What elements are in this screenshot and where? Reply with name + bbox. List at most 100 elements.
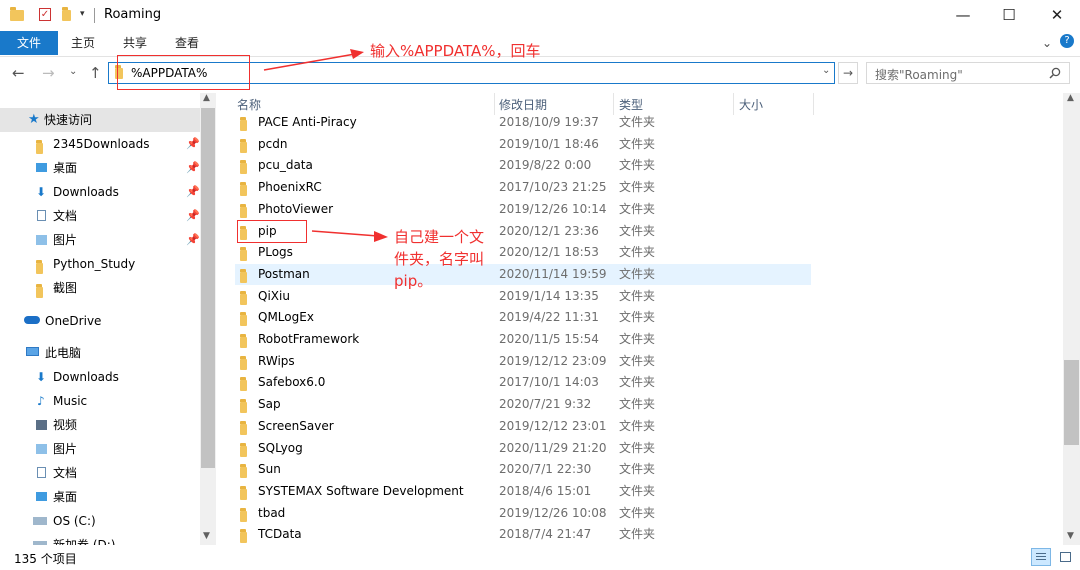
table-row[interactable]: ScreenSaver 2019/12/12 23:01 文件夹: [235, 416, 811, 437]
pip-note-line: pip。: [394, 272, 433, 290]
nav-item-label: 图片: [53, 442, 78, 456]
nav-item-pictures[interactable]: 图片 📌: [0, 228, 200, 252]
table-row[interactable]: PhoenixRC 2017/10/23 21:25 文件夹: [235, 177, 811, 198]
table-row[interactable]: Safebox6.0 2017/10/1 14:03 文件夹: [235, 372, 811, 393]
nav-item-label: 2345Downloads: [53, 137, 150, 151]
nav-quick-access-label: 快速访问: [44, 113, 93, 127]
file-date: 2019/12/12 23:09: [499, 353, 607, 368]
table-row[interactable]: Postman 2020/11/14 19:59 文件夹: [235, 263, 811, 285]
nav-scroll-thumb[interactable]: [201, 108, 215, 468]
details-view-icon[interactable]: [1031, 548, 1051, 566]
address-note: 输入%APPDATA%，回车: [370, 42, 541, 60]
file-date: 2018/10/9 19:37: [499, 115, 599, 129]
pin-icon: 📌: [186, 185, 200, 198]
scroll-down-arrow[interactable]: ▼: [203, 531, 210, 541]
nav-item-python-study[interactable]: Python_Study: [0, 252, 200, 276]
nav-pc-drive-d[interactable]: 新加卷 (D:): [0, 533, 200, 545]
nav-pc-videos[interactable]: 视频: [0, 413, 200, 437]
nav-item-2345downloads[interactable]: 2345Downloads 📌: [0, 132, 200, 156]
pip-note-line: 件夹，名字叫: [394, 250, 485, 268]
file-name: PACE Anti-Piracy: [258, 115, 357, 129]
table-row[interactable]: QMLogEx 2019/4/22 11:31 文件夹: [235, 307, 811, 328]
scroll-down-arrow[interactable]: ▼: [1067, 531, 1074, 541]
nav-item-label: 桌面: [53, 490, 78, 504]
file-name: SQLyog: [258, 440, 303, 455]
nav-pc-desktop[interactable]: 桌面: [0, 485, 200, 509]
file-name: pcu_data: [258, 158, 313, 173]
table-row[interactable]: PhotoViewer 2019/12/26 10:14 文件夹: [235, 199, 811, 220]
pin-icon: 📌: [186, 233, 200, 246]
nav-item-desktop[interactable]: 桌面 📌: [0, 156, 200, 180]
table-row[interactable]: RobotFramework 2020/11/5 15:54 文件夹: [235, 329, 811, 350]
nav-item-label: Python_Study: [53, 257, 136, 271]
pip-note: 自己建一个文 件夹，名字叫 pip。: [394, 226, 484, 292]
file-type: 文件夹: [619, 266, 656, 281]
file-type: 文件夹: [619, 332, 656, 346]
file-type: 文件夹: [619, 180, 656, 195]
file-name: Sun: [258, 462, 281, 477]
file-date: 2018/4/6 15:01: [499, 483, 592, 498]
table-row[interactable]: PLogs 2020/12/1 18:53 文件夹: [235, 242, 811, 263]
nav-item-screenshots[interactable]: 截图: [0, 276, 200, 300]
table-row[interactable]: Sap 2020/7/21 9:32 文件夹: [235, 394, 811, 415]
column-header-date[interactable]: 修改日期: [499, 96, 547, 113]
column-header-type[interactable]: 类型: [619, 96, 643, 113]
file-type: 文件夹: [619, 440, 656, 455]
nav-pc-documents[interactable]: 文档: [0, 461, 200, 485]
table-row[interactable]: Sun 2020/7/1 22:30 文件夹: [235, 459, 811, 480]
nav-item-documents[interactable]: 文档 📌: [0, 204, 200, 228]
file-type: 文件夹: [619, 483, 656, 498]
nav-item-downloads[interactable]: ⬇ Downloads 📌: [0, 180, 200, 204]
table-row[interactable]: pcdn 2019/10/1 18:46 文件夹: [235, 134, 811, 155]
scroll-up-arrow[interactable]: ▲: [1067, 93, 1074, 103]
nav-this-pc-label: 此电脑: [45, 346, 82, 360]
file-type: 文件夹: [619, 462, 656, 477]
nav-pc-downloads[interactable]: ⬇ Downloads: [0, 365, 200, 389]
document-icon: [37, 467, 46, 478]
table-row[interactable]: QiXiu 2019/1/14 13:35 文件夹: [235, 286, 811, 307]
file-name: SYSTEMAX Software Development: [258, 483, 464, 498]
file-name: Sap: [258, 397, 281, 412]
file-list-scroll-thumb[interactable]: [1064, 360, 1079, 445]
table-row[interactable]: RWips 2019/12/12 23:09 文件夹: [235, 351, 811, 372]
file-type: 文件夹: [619, 418, 656, 433]
file-type: 文件夹: [619, 158, 656, 173]
file-date: 2019/4/22 11:31: [499, 310, 599, 325]
nav-onedrive[interactable]: OneDrive: [0, 309, 200, 333]
file-date: 2017/10/1 14:03: [499, 375, 599, 390]
nav-pc-music[interactable]: ♪ Music: [0, 389, 200, 413]
column-divider[interactable]: [813, 93, 814, 115]
nav-item-label: 新加卷 (D:): [53, 538, 116, 545]
nav-pc-drive-c[interactable]: OS (C:): [0, 509, 200, 533]
file-name: tbad: [258, 505, 286, 520]
large-icons-view-icon[interactable]: [1056, 548, 1076, 566]
file-date: 2019/12/26 10:08: [499, 505, 607, 520]
table-row[interactable]: PACE Anti-Piracy 2018/10/9 19:37 文件夹: [235, 112, 811, 133]
status-bar: 135 个项目: [0, 545, 1080, 570]
nav-quick-access[interactable]: ★ 快速访问: [0, 108, 200, 132]
scroll-up-arrow[interactable]: ▲: [203, 93, 210, 103]
file-type: 文件夹: [619, 353, 656, 368]
file-name: ScreenSaver: [258, 418, 334, 433]
file-date: 2017/10/23 21:25: [499, 180, 607, 195]
table-row[interactable]: tbad 2019/12/26 10:08 文件夹: [235, 503, 811, 524]
pip-highlight-box: [237, 220, 307, 243]
table-row[interactable]: TCData 2018/7/4 21:47 文件夹: [235, 524, 811, 545]
table-row[interactable]: pip 2020/12/1 23:36 文件夹: [235, 221, 811, 242]
table-row[interactable]: SQLyog 2020/11/29 21:20 文件夹: [235, 438, 811, 459]
table-row[interactable]: pcu_data 2019/8/22 0:00 文件夹: [235, 155, 811, 176]
nav-pc-pictures[interactable]: 图片: [0, 437, 200, 461]
column-header-name[interactable]: 名称: [237, 96, 261, 113]
file-name: Safebox6.0: [258, 375, 326, 390]
file-name: RWips: [258, 353, 295, 368]
file-list-scrollbar[interactable]: ▲ ▼: [1063, 93, 1080, 545]
table-row[interactable]: SYSTEMAX Software Development 2018/4/6 15…: [235, 481, 811, 502]
file-type: 文件夹: [619, 288, 656, 303]
file-date: 2020/7/21 9:32: [499, 397, 592, 412]
file-date: 2020/12/1 18:53: [499, 245, 599, 260]
cloud-icon: [24, 316, 40, 324]
nav-item-label: Downloads: [53, 185, 119, 199]
file-name: PLogs: [258, 245, 293, 260]
nav-this-pc[interactable]: 此电脑: [0, 341, 200, 365]
column-header-size[interactable]: 大小: [739, 96, 763, 113]
